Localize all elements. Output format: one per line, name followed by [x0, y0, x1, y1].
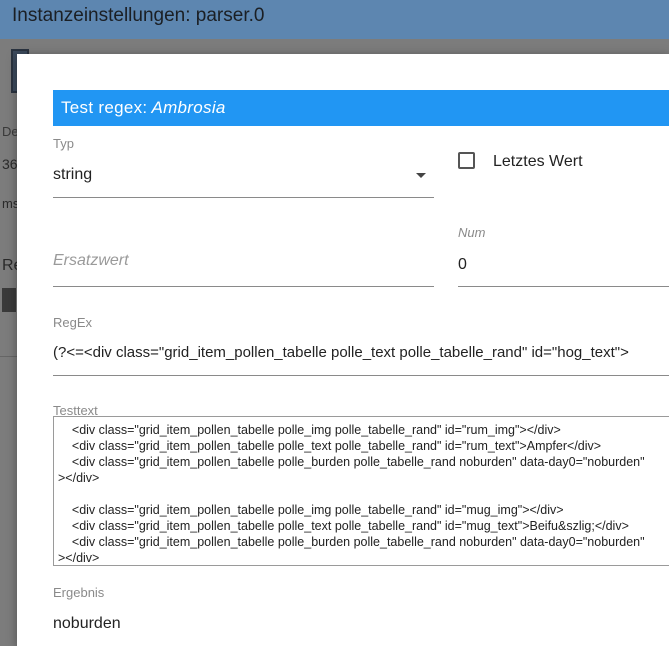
- testtext-line: <div class="grid_item_pollen_tabelle pol…: [58, 439, 602, 453]
- testtext-line: <div class="grid_item_pollen_tabelle pol…: [58, 423, 561, 437]
- last-value-label: Letztes Wert: [493, 153, 583, 170]
- dialog-title-bar: Test regex: Ambrosia: [53, 90, 669, 126]
- dropdown-arrow-icon: [416, 173, 426, 178]
- num-label: Num: [458, 225, 486, 240]
- num-input[interactable]: 0: [458, 244, 669, 287]
- type-label: Typ: [53, 136, 74, 151]
- type-select-value: string: [53, 166, 93, 183]
- bg-value-fragment: 36: [2, 156, 18, 172]
- window-title: Instanzeinstellungen: parser.0: [12, 5, 265, 26]
- test-regex-dialog: Test regex: Ambrosia Typ string Letztes W…: [17, 54, 669, 646]
- last-value-checkbox[interactable]: Letztes Wert: [458, 150, 669, 174]
- substitute-placeholder: Ersatzwert: [53, 252, 129, 269]
- type-underline: [53, 197, 434, 198]
- type-select[interactable]: string: [53, 154, 434, 198]
- app-header: Instanzeinstellungen: parser.0: [0, 0, 669, 39]
- dialog-title-name: Ambrosia: [151, 98, 226, 117]
- substitute-underline: [53, 286, 434, 287]
- num-underline: [458, 286, 669, 287]
- regex-input[interactable]: (?<=<div class="grid_item_pollen_tabelle…: [53, 334, 669, 376]
- bg-divider: [0, 356, 17, 357]
- result-value: noburden: [53, 615, 121, 632]
- checkbox-icon: [458, 152, 475, 169]
- testtext-line: <div class="grid_item_pollen_tabelle pol…: [58, 503, 564, 517]
- testtext-line: ></div>: [58, 471, 100, 485]
- testtext-line: ></div>: [58, 551, 100, 565]
- testtext-line: <div class="grid_item_pollen_tabelle pol…: [58, 519, 629, 533]
- bg-button-fragment: [2, 288, 16, 312]
- regex-label: RegEx: [53, 315, 93, 330]
- result-label: Ergebnis: [53, 585, 105, 600]
- testtext-line: <div class="grid_item_pollen_tabelle pol…: [58, 455, 645, 469]
- dialog-title-prefix: Test regex:: [61, 98, 148, 117]
- regex-value: (?<=<div class="grid_item_pollen_tabelle…: [53, 344, 629, 361]
- testtext-line: [58, 486, 669, 502]
- num-value: 0: [458, 256, 467, 273]
- substitute-value-input[interactable]: Ersatzwert: [53, 240, 434, 287]
- regex-underline: [53, 375, 669, 376]
- testtext-line: <div class="grid_item_pollen_tabelle pol…: [58, 535, 645, 549]
- testtext-textarea[interactable]: <div class="grid_item_pollen_tabelle pol…: [53, 416, 669, 566]
